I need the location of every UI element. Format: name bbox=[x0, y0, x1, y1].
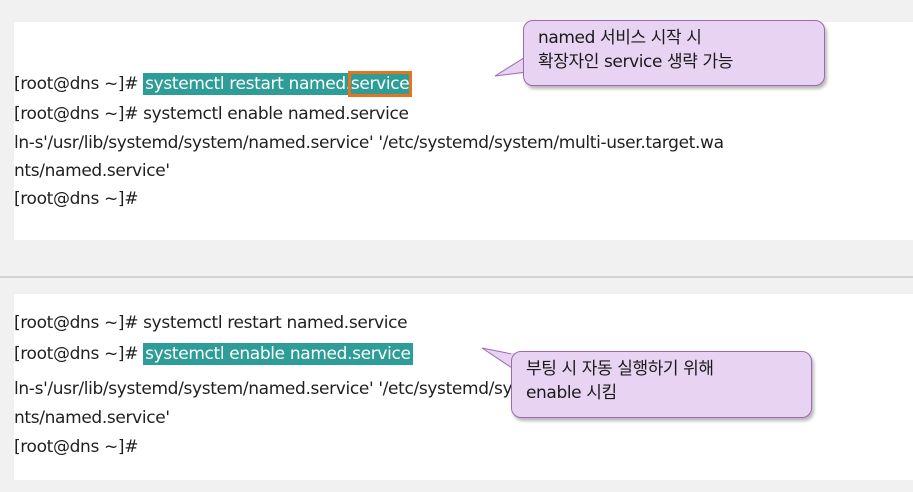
section-divider bbox=[0, 276, 913, 278]
callout-enable-note: 부팅 시 자동 실행하기 위해 enable 시킴 bbox=[511, 351, 812, 418]
terminal-line-enable: [root@dns ~]# systemctl enable named.ser… bbox=[14, 104, 409, 124]
highlighted-command: systemctl restart named.service bbox=[143, 71, 413, 97]
terminal-line-prompt: [root@dns ~]# bbox=[14, 437, 139, 457]
restart-command-text: systemctl restart named. bbox=[145, 74, 351, 94]
highlighted-command: systemctl enable named.service bbox=[143, 343, 413, 365]
terminal-line-enable: [root@dns ~]# systemctl enable named.ser… bbox=[14, 341, 413, 367]
terminal-line-restart: [root@dns ~]# systemctl restart named.se… bbox=[14, 71, 413, 97]
callout-line-2: 확장자인 service 생략 가능 bbox=[538, 52, 734, 72]
service-extension-box: service bbox=[347, 71, 413, 97]
terminal-line-ln-2: nts/named.service' bbox=[14, 161, 170, 181]
callout-line-1: 부팅 시 자동 실행하기 위해 bbox=[526, 359, 714, 379]
terminal-line-ln-1: ln-s'/usr/lib/systemd/system/named.servi… bbox=[14, 133, 724, 153]
callout-line-2: enable 시킴 bbox=[526, 383, 617, 403]
terminal-line-ln-2: nts/named.service' bbox=[14, 408, 170, 428]
callout-extension-note: named 서비스 시작 시 확장자인 service 생략 가능 bbox=[523, 20, 825, 86]
terminal-prompt: [root@dns ~]# bbox=[14, 344, 144, 364]
terminal-line-prompt: [root@dns ~]# bbox=[14, 189, 139, 209]
terminal-prompt: [root@dns ~]# bbox=[14, 74, 144, 94]
callout-line-1: named 서비스 시작 시 bbox=[538, 28, 702, 48]
terminal-line-restart: [root@dns ~]# systemctl restart named.se… bbox=[14, 313, 408, 333]
